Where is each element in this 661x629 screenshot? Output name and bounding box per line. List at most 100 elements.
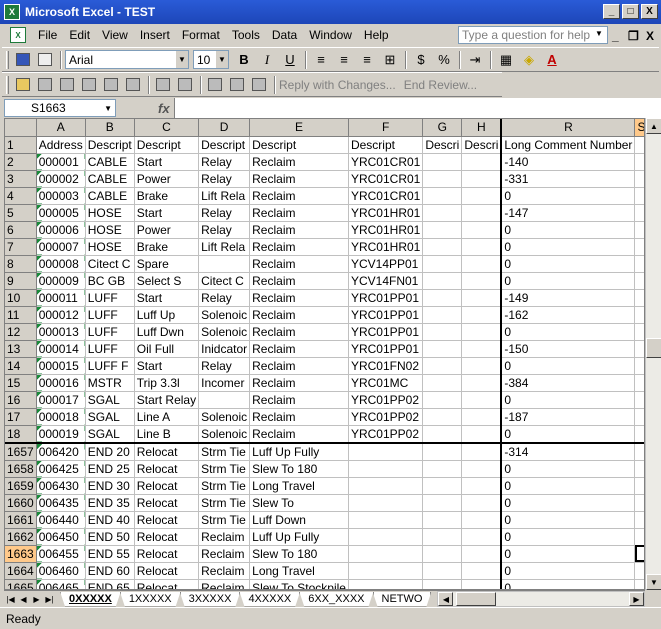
grid-cell[interactable]: YCV14FN01 (348, 272, 424, 290)
grid-cell[interactable]: 0 (501, 391, 636, 409)
align-center-icon[interactable]: ≡ (333, 50, 355, 70)
grid-cell[interactable] (422, 204, 463, 222)
grid-cell[interactable]: Select S (134, 272, 200, 290)
grid-cell[interactable]: Relay (198, 153, 251, 171)
last-sheet-icon[interactable]: ▶| (43, 595, 56, 604)
grid-cell[interactable]: Brake (134, 187, 200, 205)
grid-cell[interactable]: Solenoic (198, 306, 251, 324)
vertical-scrollbar[interactable]: ▲ ▼ (645, 118, 661, 590)
grid-cell[interactable] (348, 528, 424, 546)
grid-cell[interactable] (634, 460, 644, 478)
row-header[interactable]: 2 (5, 153, 37, 171)
grid-cell[interactable] (422, 221, 463, 239)
name-box[interactable]: S1663 ▼ (4, 99, 116, 117)
grid-cell[interactable]: 0 (501, 494, 636, 512)
grid-cell[interactable]: Reclaim (249, 391, 349, 409)
grid-cell[interactable]: END 50 (85, 528, 135, 546)
grid-cell[interactable]: END 55 (85, 545, 135, 563)
grid-cell[interactable] (634, 238, 644, 256)
sheet-tab-6xx-xxxx[interactable]: 6XX_XXXX (299, 592, 373, 607)
close-button[interactable]: X (641, 4, 658, 19)
grid-cell[interactable]: Lift Rela (198, 187, 251, 205)
grid-cell[interactable]: 000002 (36, 170, 86, 188)
grid-cell[interactable] (634, 170, 644, 188)
grid-cell[interactable]: Relay (198, 357, 251, 375)
row-header[interactable]: 1660 (5, 494, 37, 512)
grid-cell[interactable] (422, 187, 463, 205)
grid-cell[interactable] (461, 442, 503, 461)
sheet-tab-0xxxxx[interactable]: 0XXXXX (60, 592, 121, 607)
grid-cell[interactable]: 0 (501, 562, 636, 580)
grid-cell[interactable] (461, 272, 503, 290)
grid-cell[interactable] (348, 494, 424, 512)
grid-cell[interactable] (348, 460, 424, 478)
grid-cell[interactable]: Citect C (85, 255, 135, 273)
grid-cell[interactable] (348, 477, 424, 495)
column-header[interactable]: H (461, 119, 503, 137)
grid-cell[interactable]: Relay (198, 204, 251, 222)
sheet-tab-netwo[interactable]: NETWO (373, 592, 432, 607)
grid-cell[interactable]: YRC01PP01 (348, 340, 424, 358)
grid-cell[interactable]: Power (134, 221, 200, 239)
grid-cell[interactable] (461, 204, 503, 222)
grid-cell[interactable] (422, 255, 463, 273)
help-search-input[interactable]: Type a question for help (458, 26, 608, 44)
comment-icon[interactable] (79, 75, 99, 95)
grid-cell[interactable]: YRC01MC (348, 374, 424, 392)
doc-minimize-button[interactable]: _ (612, 29, 619, 43)
select-all-button[interactable] (5, 119, 37, 137)
scroll-down-icon[interactable]: ▼ (646, 574, 661, 590)
grid-cell[interactable]: Strm Tie (198, 460, 251, 478)
grid-cell[interactable]: Inidcator (198, 340, 251, 358)
grid-cell[interactable]: Luff Up Fully (249, 528, 349, 546)
grid-cell[interactable]: 000008 (36, 255, 86, 273)
merge-center-icon[interactable]: ⊞ (379, 50, 401, 70)
grid-cell[interactable]: Descri (422, 136, 463, 154)
grid-cell[interactable]: Descript (198, 136, 251, 154)
grid-cell[interactable] (198, 255, 251, 273)
workbook-icon[interactable]: X (10, 27, 26, 43)
grid-cell[interactable]: Relocat (134, 562, 200, 580)
grid-cell[interactable]: LUFF (85, 340, 135, 358)
grid-cell[interactable]: END 60 (85, 562, 135, 580)
save-icon[interactable] (13, 50, 33, 70)
scroll-thumb[interactable] (456, 592, 497, 606)
grid-cell[interactable]: Reclaim (249, 289, 349, 307)
toolbar-grip[interactable] (6, 50, 9, 69)
grid-cell[interactable] (461, 255, 503, 273)
grid-cell[interactable]: Long Comment Number (501, 136, 636, 154)
grid-cell[interactable] (461, 511, 503, 529)
grid-cell[interactable]: Strm Tie (198, 442, 251, 461)
grid-cell[interactable] (634, 357, 644, 375)
grid-cell[interactable] (634, 221, 644, 239)
grid-cell[interactable] (422, 528, 463, 546)
grid-cell[interactable] (634, 255, 644, 273)
grid-cell[interactable]: 000013 (36, 323, 86, 341)
grid-cell[interactable]: YRC01FN02 (348, 357, 424, 375)
row-header[interactable]: 7 (5, 238, 37, 256)
grid-cell[interactable]: Reclaim (249, 153, 349, 171)
grid-cell[interactable] (634, 391, 644, 409)
row-header[interactable]: 9 (5, 272, 37, 290)
comment-icon[interactable] (57, 75, 77, 95)
menu-window[interactable]: Window (303, 28, 358, 42)
comment-icon[interactable] (101, 75, 121, 95)
menu-insert[interactable]: Insert (134, 28, 176, 42)
grid-cell[interactable]: YRC01CR01 (348, 153, 424, 171)
row-header[interactable]: 15 (5, 374, 37, 392)
bold-button[interactable]: B (233, 50, 255, 70)
chevron-down-icon[interactable]: ▼ (215, 51, 228, 68)
column-header[interactable]: B (85, 119, 135, 137)
grid-cell[interactable]: Start Relay (134, 391, 200, 409)
grid-cell[interactable] (634, 153, 644, 171)
grid-cell[interactable]: 000005 (36, 204, 86, 222)
open-folder-icon[interactable] (13, 75, 33, 95)
grid-cell[interactable]: END 20 (85, 442, 135, 461)
mail-icon[interactable] (249, 75, 269, 95)
row-header[interactable]: 13 (5, 340, 37, 358)
grid-cell[interactable]: Strm Tie (198, 477, 251, 495)
grid-cell[interactable]: -314 (501, 442, 636, 461)
row-header[interactable]: 11 (5, 306, 37, 324)
grid-cell[interactable]: LUFF (85, 306, 135, 324)
grid-cell[interactable]: 006430 (36, 477, 86, 495)
